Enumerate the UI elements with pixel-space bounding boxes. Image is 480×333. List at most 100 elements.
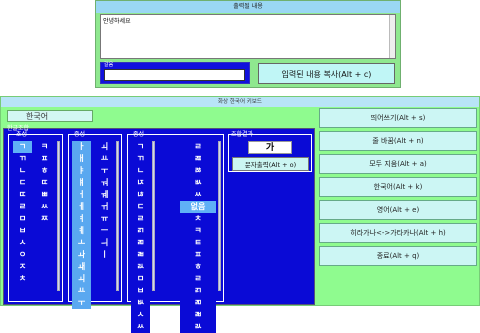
jamo-item[interactable]: ㄴ [13,165,32,177]
jamo-item[interactable]: ㅖ [72,225,91,237]
jamo-item[interactable]: ㅚ [72,273,91,285]
jamo-item[interactable]: ㅆ [180,189,216,201]
jungseong-scrollbar[interactable] [116,141,119,291]
jamo-item[interactable]: ㅐ [72,153,91,165]
jamo-item[interactable]: ㄻ [180,297,216,309]
jamo-item[interactable]: ㅌ [180,237,216,249]
jamo-item[interactable]: ㅍ [35,153,54,165]
jamo-item[interactable]: ㄺ [180,285,216,297]
count-group: 갈음 [100,62,250,84]
jamo-item[interactable]: ㅂ [131,285,150,297]
jamo-item[interactable]: ㅠ [95,213,114,225]
jamo-item[interactable]: ㄱ [131,141,150,153]
jamo-item[interactable]: ㄽ [131,261,150,273]
function-button[interactable]: 모두 지움(Alt + a) [319,154,477,174]
output-textarea[interactable]: 안녕하세요 [100,14,396,59]
jamo-item[interactable]: ㅈ [13,261,32,273]
output-window: 출력될 내용 안녕하세요 갈음 입력된 내용 복사(Alt + c) [95,0,401,88]
jamo-item[interactable]: ㄹ [13,201,32,213]
jamo-item[interactable]: ㅋ [180,225,216,237]
jamo-item[interactable]: ㅜ [72,297,91,309]
jamo-item[interactable]: ㅆ [131,321,150,333]
jamo-item[interactable]: ㄲ [13,153,32,165]
output-text: 안녕하세요 [103,18,131,25]
jamo-item[interactable]: ㅇ [13,249,32,261]
jamo-item[interactable]: ㅍ [180,249,216,261]
jamo-item[interactable]: ㅢ [95,237,114,249]
jamo-item[interactable]: ㅎ [180,261,216,273]
jamo-item[interactable]: ㅅ [131,309,150,321]
choseong-legend: 초성 [16,131,28,138]
jamo-item[interactable]: ㄹ [180,273,216,285]
jamo-item[interactable]: ㅓ [72,189,91,201]
jamo-item[interactable]: ㅆ [35,201,54,213]
jamo-item[interactable]: ㅄ [180,177,216,189]
jamo-item[interactable]: ㅞ [95,189,114,201]
jamo-item[interactable]: ㄺ [131,225,150,237]
keyboard-window: 화상 한국어 키보드 한국어 한글조합 초성 ㄱㄲㄴㄷㄸㄹㅁㅂㅅㅇㅈㅊ ㅋㅍㅎㄸ… [0,96,480,333]
jamo-item[interactable]: ㅎ [35,165,54,177]
jamo-item[interactable]: ㅛ [95,153,114,165]
function-button[interactable]: 띄어쓰기(Alt + s) [319,108,477,128]
language-mode-button[interactable]: 한국어 [7,110,93,122]
choseong-list-left: ㄱㄲㄴㄷㄸㄹㅁㅂㅅㅇㅈㅊ [13,141,32,285]
jamo-item[interactable]: ㅣ [95,249,114,261]
jamo-item[interactable]: ㅕ [72,213,91,225]
jamo-item[interactable]: ㄶ [131,189,150,201]
jamo-item[interactable]: ㄸ [35,177,54,189]
print-char-button[interactable]: 문자출력(Alt + o) [232,157,309,171]
jongseong-list-left: ㄱㄲㄴㄵㄶㄷㄹㄺㄻㄼㄽㅁㅂㅄㅅㅆ [131,141,150,333]
jamo-item[interactable]: ㅊ [13,273,32,285]
jamo-item[interactable]: ㅚ [95,141,114,153]
jamo-item[interactable]: ㅃ [35,189,54,201]
jamo-item[interactable]: ㄻ [131,237,150,249]
jamo-item[interactable]: ㄴ [131,165,150,177]
jamo-item[interactable]: ㄷ [131,201,150,213]
jamo-item[interactable]: ㅑ [72,165,91,177]
jamo-item[interactable]: ㄼ [131,249,150,261]
compose-result-char: 가 [248,141,292,154]
jamo-item[interactable]: ㄿ [180,153,216,165]
jamo-item[interactable]: ㄽ [180,321,216,333]
jamo-item[interactable]: ㅙ [72,261,91,273]
jamo-item[interactable]: ㅀ [180,165,216,177]
copy-button[interactable]: 입력된 내용 복사(Alt + c) [258,63,395,84]
jongseong-right-scrollbar[interactable] [218,141,221,291]
jamo-item[interactable]: ㅁ [13,213,32,225]
jamo-item[interactable]: ㅡ [95,225,114,237]
jamo-item[interactable]: ㄼ [180,309,216,321]
jamo-item[interactable]: ㅗ [72,237,91,249]
choseong-scrollbar[interactable] [57,141,60,291]
jamo-item[interactable]: ㅏ [72,141,91,153]
jamo-item[interactable]: ㅄ [131,297,150,309]
jamo-item[interactable]: ㄷ [13,177,32,189]
function-button[interactable]: 영어(Alt + e) [319,200,477,220]
jamo-item[interactable]: ㅛ [72,285,91,297]
jamo-item[interactable]: ㅜ [95,165,114,177]
function-button[interactable]: 줄 바꿈(Alt + n) [319,131,477,151]
jamo-item[interactable]: ㅒ [72,177,91,189]
jamo-item[interactable]: ㅊ [180,213,216,225]
jamo-item[interactable]: ㅅ [13,237,32,249]
jamo-item[interactable]: ㄹ [180,141,216,153]
jamo-item[interactable]: ㅘ [72,249,91,261]
function-button[interactable]: 종료(Alt + q) [319,246,477,266]
jamo-item[interactable]: ㅂ [13,225,32,237]
jamo-item[interactable]: ㄸ [13,189,32,201]
jamo-item[interactable]: ㅝ [95,177,114,189]
jamo-item[interactable]: ㅁ [131,273,150,285]
function-button[interactable]: 한국어(Alt + k) [319,177,477,197]
jongseong-left-scrollbar[interactable] [152,141,155,291]
jamo-item[interactable]: ㄲ [131,153,150,165]
function-button[interactable]: 히라가나<->가타카나(Alt + h) [319,223,477,243]
function-button-panel: 띄어쓰기(Alt + s) 줄 바꿈(Alt + n) 모두 지움(Alt + a)… [319,108,477,269]
jamo-item[interactable]: ㅟ [95,201,114,213]
jamo-item[interactable]: ㄵ [131,177,150,189]
jamo-item[interactable]: ㅋ [35,141,54,153]
jamo-item[interactable]: ㄹ [131,213,150,225]
jamo-item[interactable]: ㅔ [72,201,91,213]
output-scrollbar[interactable] [389,15,395,58]
jamo-item[interactable]: 없음 [180,201,216,213]
jamo-item[interactable]: ㄱ [13,141,32,153]
jamo-item[interactable]: ㅉ [35,213,54,225]
